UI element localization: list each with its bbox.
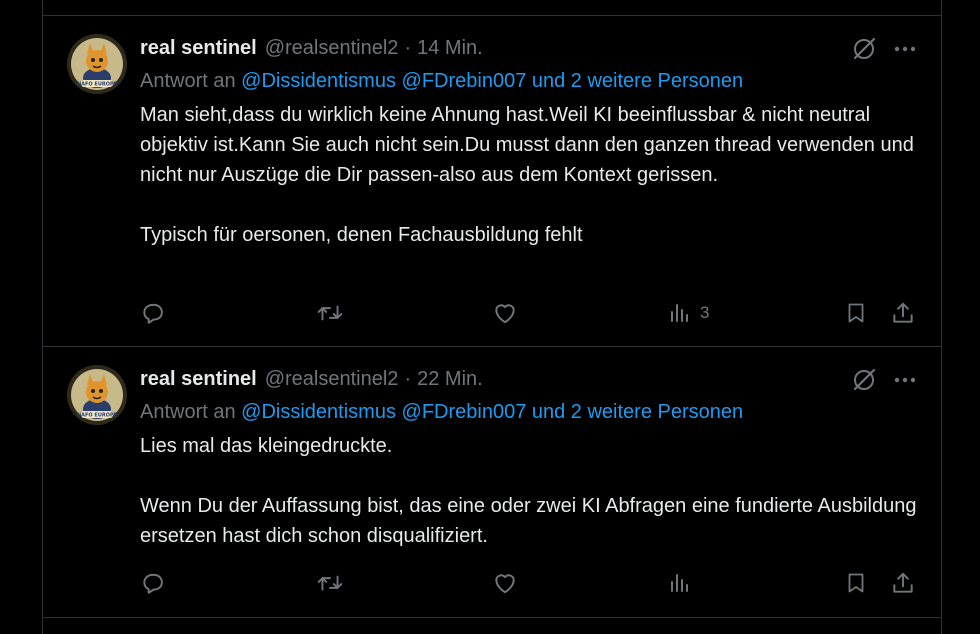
tweet-header: real sentinel @realsentinel2 · 22 Min. xyxy=(140,365,483,393)
tweet[interactable]: NAFO EUROPE real sentinel @realsentinel2… xyxy=(43,16,941,346)
share-icon xyxy=(893,302,913,323)
tweet-paragraph: Lies mal das kleingedruckte. xyxy=(140,435,393,457)
display-name[interactable]: real sentinel xyxy=(140,368,257,391)
handle[interactable]: @realsentinel2 xyxy=(265,37,399,60)
action-bar xyxy=(140,568,925,598)
reply-context: Antwort an @Dissidentismus @FDrebin007 u… xyxy=(140,70,743,93)
more-button[interactable] xyxy=(890,34,920,64)
share-button[interactable] xyxy=(890,298,916,328)
timestamp[interactable]: 14 Min. xyxy=(417,37,483,60)
avatar-image: NAFO EUROPE xyxy=(67,365,127,425)
reply-mentions[interactable]: @Dissidentismus @FDrebin007 und 2 weiter… xyxy=(241,401,743,423)
timeline-column: NAFO EUROPE real sentinel @realsentinel2… xyxy=(42,0,942,634)
separator: · xyxy=(404,367,412,390)
heart-icon xyxy=(495,304,515,324)
tweet-paragraph: Man sieht,dass du wirklich keine Ahnung … xyxy=(140,104,914,186)
view-count: 3 xyxy=(700,303,710,322)
display-name[interactable]: real sentinel xyxy=(140,37,257,60)
grok-icon xyxy=(853,368,876,391)
views-button[interactable]: 3 xyxy=(668,298,709,328)
like-button[interactable] xyxy=(492,298,518,328)
grok-button[interactable] xyxy=(849,365,879,395)
bookmark-icon xyxy=(848,573,864,593)
like-button[interactable] xyxy=(492,568,518,598)
avatar-label: NAFO EUROPE xyxy=(77,82,118,88)
avatar-image: NAFO EUROPE xyxy=(67,34,127,94)
bookmark-button[interactable] xyxy=(844,298,868,328)
reply-prefix: Antwort an xyxy=(140,70,236,92)
reply-mentions[interactable]: @Dissidentismus @FDrebin007 und 2 weiter… xyxy=(241,70,743,92)
repost-button[interactable] xyxy=(316,568,344,598)
repost-icon xyxy=(317,575,343,591)
reply-icon xyxy=(143,573,163,594)
timestamp[interactable]: 22 Min. xyxy=(417,368,483,391)
grok-icon xyxy=(853,37,876,60)
divider xyxy=(43,617,941,618)
bookmark-icon xyxy=(848,303,864,323)
reply-button[interactable] xyxy=(140,298,166,328)
more-icon xyxy=(894,46,916,52)
reply-button[interactable] xyxy=(140,568,166,598)
avatar[interactable]: NAFO EUROPE xyxy=(67,365,127,425)
share-icon xyxy=(893,572,913,593)
more-icon xyxy=(894,377,916,383)
reply-context: Antwort an @Dissidentismus @FDrebin007 u… xyxy=(140,401,743,424)
tweet-header: real sentinel @realsentinel2 · 14 Min. xyxy=(140,34,483,62)
views-button[interactable] xyxy=(668,568,700,598)
tweet-text: Man sieht,dass du wirklich keine Ahnung … xyxy=(140,100,925,250)
repost-icon xyxy=(317,305,343,321)
bookmark-button[interactable] xyxy=(844,568,868,598)
handle[interactable]: @realsentinel2 xyxy=(265,368,399,391)
avatar-label: NAFO EUROPE xyxy=(77,413,118,419)
separator: · xyxy=(404,36,412,59)
reply-icon xyxy=(143,303,163,324)
more-button[interactable] xyxy=(890,365,920,395)
action-bar: 3 xyxy=(140,298,925,328)
heart-icon xyxy=(495,574,515,594)
views-icon xyxy=(671,574,688,592)
share-button[interactable] xyxy=(890,568,916,598)
tweet-paragraph: Typisch für oersonen, denen Fachausbildu… xyxy=(140,224,583,246)
views-icon xyxy=(671,304,688,322)
tweet[interactable]: NAFO EUROPE real sentinel @realsentinel2… xyxy=(43,347,941,617)
repost-button[interactable] xyxy=(316,298,344,328)
tweet-text: Lies mal das kleingedruckte. Wenn Du der… xyxy=(140,431,925,551)
tweet-paragraph: Wenn Du der Auffassung bist, das eine od… xyxy=(140,495,917,547)
reply-prefix: Antwort an xyxy=(140,401,236,423)
grok-button[interactable] xyxy=(849,34,879,64)
avatar[interactable]: NAFO EUROPE xyxy=(67,34,127,94)
